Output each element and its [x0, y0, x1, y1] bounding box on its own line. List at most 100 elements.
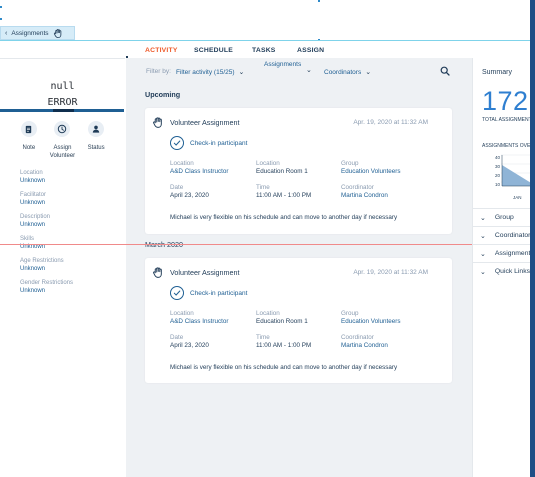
field-label: Facilitator: [20, 192, 47, 198]
chart-tick: 40: [494, 155, 500, 160]
card-note: Michael is very flexible on his schedule…: [170, 214, 398, 221]
coordinator-link[interactable]: Martina Condron: [341, 192, 426, 200]
total-assignments-count: 172: [482, 86, 529, 116]
section-upcoming: Upcoming: [145, 90, 181, 99]
chevron-down-icon[interactable]: ⌄: [306, 66, 312, 74]
assignment-location-link[interactable]: A&D Class Instructor: [170, 318, 255, 326]
filter-assignments-value: Assignments: [264, 61, 302, 68]
detail-label: Location: [256, 310, 280, 317]
accordion-quick-links[interactable]: ⌄ Quick Links: [473, 262, 535, 280]
field-label: Gender Restrictions: [20, 280, 74, 286]
tab-assign[interactable]: ASSIGN: [297, 47, 324, 54]
total-assignments-label: TOTAL ASSIGNMENTS: [482, 117, 535, 123]
note-label: Note: [22, 145, 36, 151]
detail-label: Group: [341, 160, 359, 167]
guide-line: [0, 244, 472, 245]
detail-label: Coordinator: [341, 334, 374, 341]
detail-value: 11:00 AM - 1:00 PM: [256, 192, 312, 199]
detail-label: Location: [256, 160, 280, 167]
guide-dot: [0, 18, 2, 20]
card-title: Volunteer Assignment: [170, 118, 240, 127]
detail-label: Time: [256, 334, 270, 341]
accordion-coordinators[interactable]: ⌄ Coordinators: [473, 226, 535, 244]
field-value: Unknown: [20, 288, 46, 294]
field-value: Unknown: [20, 222, 46, 228]
field-label: Description: [20, 214, 51, 220]
field-value: Unknown: [20, 266, 46, 272]
accordion-assignments[interactable]: ⌄ Assignments: [473, 244, 535, 262]
chevron-down-icon: ⌄: [365, 69, 372, 76]
chevron-down-icon: ⌄: [238, 69, 245, 76]
field-value: Unknown: [20, 200, 46, 206]
detail-value: April 23, 2020: [170, 192, 209, 199]
detail-label: Coordinator: [341, 184, 374, 191]
check-in-label: Check-in participant: [190, 290, 248, 297]
tab-activity[interactable]: ACTIVITY: [145, 47, 178, 60]
top-strip: [0, 0, 535, 42]
card-note: Michael is very flexible on his schedule…: [170, 364, 398, 371]
filter-coordinators-dropdown[interactable]: Coordinators ⌄: [324, 68, 372, 77]
chart-tick-labels: 40 30 20 10: [492, 153, 500, 189]
group-link[interactable]: Education Volunteers: [341, 318, 426, 326]
back-label: Assignments: [11, 29, 49, 37]
card-date: Apr. 19, 2020 at 11:32 AM: [353, 269, 428, 276]
filter-activity-value: Filter activity (15/25): [176, 68, 235, 76]
accordion-label: Assignments: [494, 250, 534, 257]
main-tabs: ACTIVITY SCHEDULE TASKS ASSIGN: [126, 44, 472, 60]
card-title: Volunteer Assignment: [170, 268, 240, 277]
check-in-button[interactable]: [170, 286, 184, 300]
chart-tick: 10: [494, 182, 500, 187]
detail-label: Date: [170, 334, 184, 341]
accordion-label: Coordinators: [494, 232, 534, 239]
assignment-card[interactable]: Volunteer Assignment Apr. 19, 2020 at 11…: [145, 258, 452, 383]
assignment-card[interactable]: Volunteer Assignment Apr. 19, 2020 at 11…: [145, 108, 452, 234]
detail-value: April 23, 2020: [170, 342, 209, 349]
chart-tick: 20: [494, 173, 500, 178]
filter-coordinators-value: Coordinators: [324, 68, 362, 76]
participant-status: ERROR: [47, 97, 78, 108]
accordion-group[interactable]: ⌄ Group: [473, 208, 535, 226]
summary-panel: Summary 172 TOTAL ASSIGNMENTS ASSIGNMENT…: [472, 58, 535, 477]
detail-label: Group: [341, 310, 359, 317]
check-in-label: Check-in participant: [190, 140, 248, 147]
chevron-down-icon: ⌄: [480, 232, 486, 240]
detail-value: Education Room 1: [256, 168, 308, 175]
check-in-button[interactable]: [170, 136, 184, 150]
guide-dot: [0, 6, 2, 8]
clock-icon: [54, 121, 71, 137]
assignment-location-link[interactable]: A&D Class Instructor: [170, 168, 255, 176]
field-value: Unknown: [20, 178, 46, 184]
guide-dot: [318, 0, 320, 2]
participant-name: null: [50, 81, 75, 92]
sidebar-actions: Note Assign Volunteer Status: [0, 121, 125, 160]
person-icon: [88, 121, 105, 137]
assignments-over-label: ASSIGNMENTS OVER: [482, 143, 534, 149]
tab-tasks[interactable]: TASKS: [252, 47, 276, 54]
field-label: Skills: [20, 236, 35, 242]
detail-label: Time: [256, 184, 270, 191]
search-icon[interactable]: [440, 66, 450, 76]
assign-volunteer-button[interactable]: Assign Volunteer: [47, 121, 77, 160]
status-button[interactable]: Status: [81, 121, 111, 160]
profile-bar-highlight: [53, 109, 74, 112]
back-to-assignments-tab[interactable]: ‹ Assignments: [0, 26, 75, 40]
chart-x-label: JAN: [513, 195, 522, 200]
coordinator-link[interactable]: Martina Condron: [341, 342, 426, 350]
filter-assignments-dropdown[interactable]: Assignments: [264, 61, 301, 68]
left-sidebar: null ERROR Note Assign Volunteer Status …: [0, 58, 125, 477]
note-icon: [20, 121, 37, 137]
field-label: Location: [20, 170, 43, 176]
chevron-down-icon: ⌄: [480, 250, 486, 258]
window-edge-bar: [530, 0, 535, 477]
check-icon: [173, 140, 181, 146]
tab-schedule[interactable]: SCHEDULE: [194, 47, 233, 54]
hand-icon: [53, 28, 61, 38]
group-link[interactable]: Education Volunteers: [341, 168, 426, 176]
detail-label: Date: [170, 184, 184, 191]
filter-activity-dropdown[interactable]: Filter activity (15/25) ⌄: [176, 68, 245, 77]
chart-tick: 30: [494, 164, 500, 169]
note-button[interactable]: Note: [14, 121, 44, 160]
card-date: Apr. 19, 2020 at 11:32 AM: [353, 119, 428, 126]
guide-line: [0, 40, 535, 41]
detail-label: Location: [170, 310, 194, 317]
